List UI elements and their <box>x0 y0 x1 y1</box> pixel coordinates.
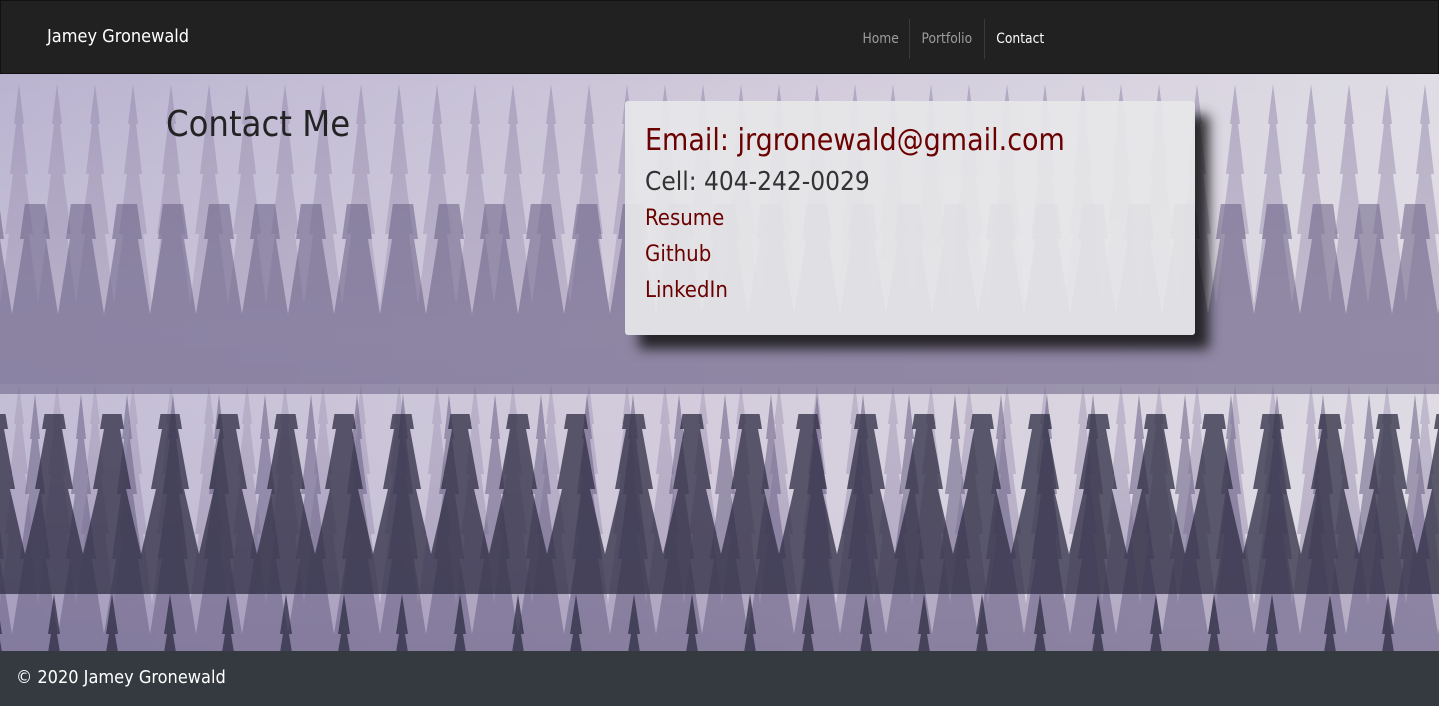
resume-link[interactable]: Resume <box>645 201 1175 237</box>
github-link[interactable]: Github <box>645 237 1175 273</box>
nav-links: Home Portfolio Contact <box>852 19 1055 59</box>
cell-phone: Cell: 404-242-0029 <box>645 167 870 197</box>
navbar: Jamey Gronewald Home Portfolio Contact <box>0 0 1439 74</box>
copyright-text: © 2020 Jamey Gronewald <box>16 667 226 688</box>
linkedin-link[interactable]: LinkedIn <box>645 273 1175 309</box>
brand-link[interactable]: Jamey Gronewald <box>47 26 189 47</box>
page-title: Contact Me <box>166 104 351 145</box>
nav-home-link[interactable]: Home <box>855 19 905 59</box>
nav-contact-link[interactable]: Contact <box>989 19 1051 59</box>
contact-card: Email: jrgronewald@gmail.com Cell: 404-2… <box>625 101 1195 335</box>
nav-divider <box>983 19 985 59</box>
forest-background: Contact Me Email: jrgronewald@gmail.com … <box>0 74 1439 651</box>
email-link[interactable]: Email: jrgronewald@gmail.com <box>645 121 1175 161</box>
page: Jamey Gronewald Home Portfolio Contact C… <box>0 0 1439 706</box>
nav-portfolio-link[interactable]: Portfolio <box>915 19 980 59</box>
footer: © 2020 Jamey Gronewald <box>0 651 1439 706</box>
nav-divider <box>909 19 911 59</box>
